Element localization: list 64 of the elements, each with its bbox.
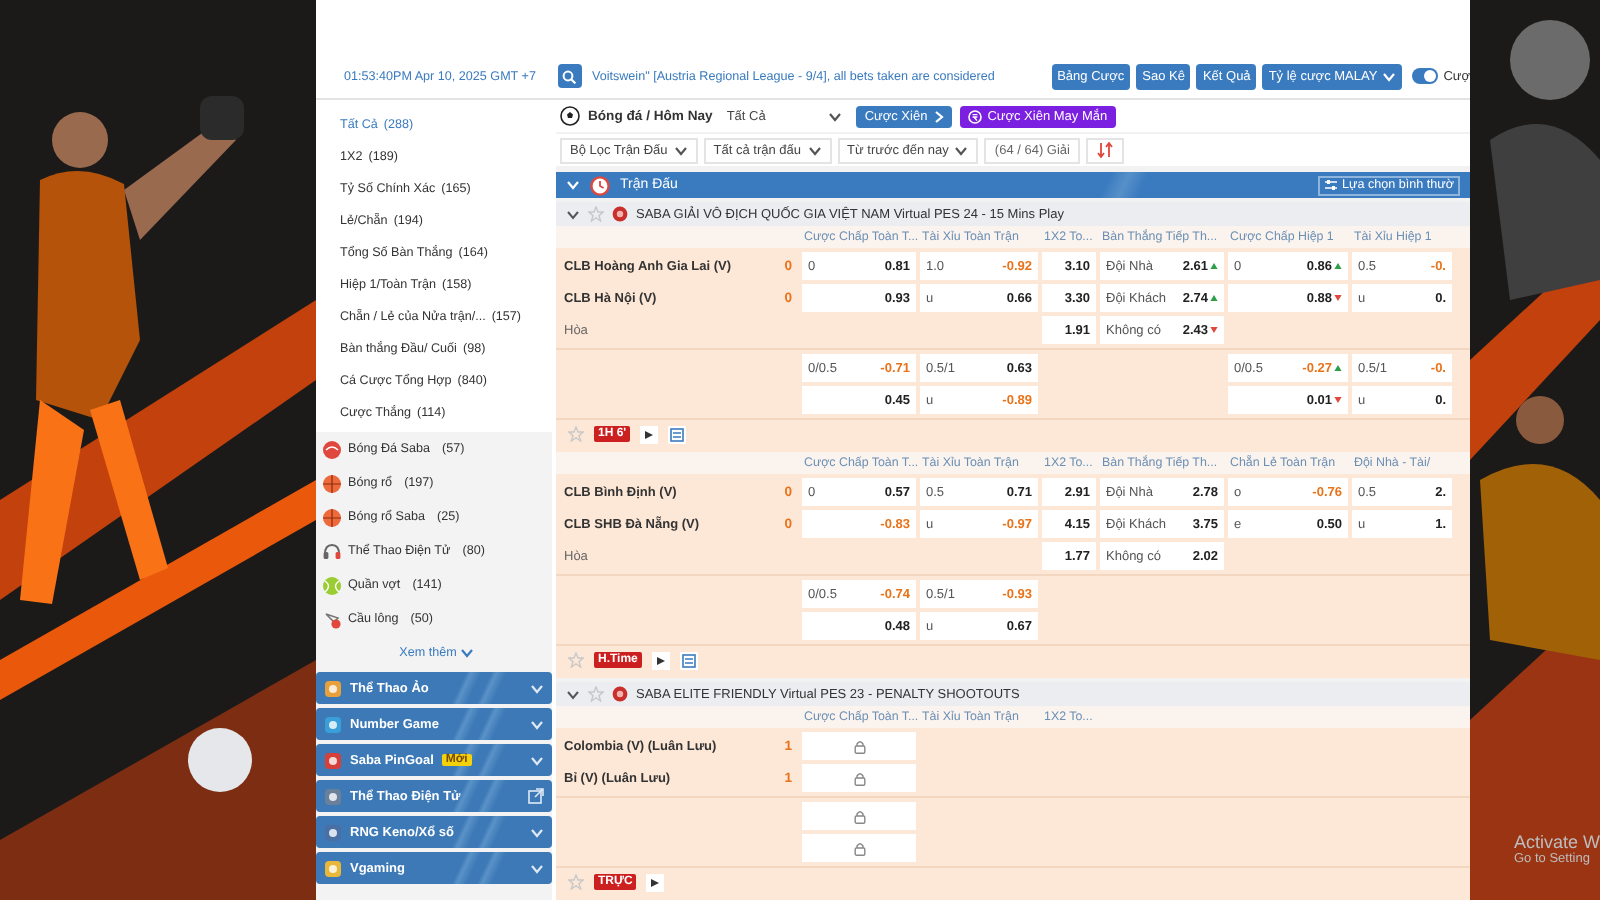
sort-icon <box>1096 142 1114 159</box>
chevron-down-icon <box>828 111 843 122</box>
sliders-icon <box>1324 178 1339 193</box>
search-button[interactable] <box>557 64 582 88</box>
chevron-down-icon <box>530 719 544 729</box>
league-logo-icon <box>612 206 628 223</box>
chevron-right-icon <box>933 109 944 124</box>
game-tile-icon <box>324 859 342 877</box>
up-triangle-icon <box>1210 294 1218 303</box>
stats-button[interactable] <box>668 425 687 444</box>
chevron-down-icon <box>1381 71 1396 81</box>
list-icon <box>681 653 696 668</box>
chevron-down-icon <box>530 755 544 765</box>
play-icon <box>644 429 655 440</box>
play-button[interactable] <box>651 651 670 670</box>
game-tile-icon <box>324 715 342 733</box>
lock-icon <box>853 809 865 824</box>
sort-button[interactable] <box>1086 137 1124 164</box>
ball-icon <box>322 575 342 595</box>
star-icon[interactable] <box>568 652 584 669</box>
external-link-icon <box>528 788 544 804</box>
lock-icon <box>853 739 865 754</box>
down-triangle-icon <box>1210 326 1218 335</box>
chevron-down-icon <box>530 863 544 873</box>
star-icon[interactable] <box>568 874 584 891</box>
shuttlecock-icon <box>322 609 342 629</box>
chevron-down-icon[interactable] <box>566 689 580 700</box>
star-icon[interactable] <box>588 686 604 703</box>
play-icon <box>655 655 666 666</box>
chevron-down-icon <box>954 145 969 156</box>
game-tile-icon <box>324 751 342 769</box>
headset-icon <box>322 541 342 561</box>
chevron-down-icon <box>530 827 544 837</box>
chevron-down-icon <box>460 647 475 657</box>
play-button[interactable] <box>640 425 659 444</box>
lock-icon <box>853 841 865 856</box>
star-icon[interactable] <box>588 206 604 223</box>
ball-icon <box>322 439 342 459</box>
toggle-switch[interactable] <box>1411 68 1438 84</box>
chevron-down-icon <box>530 683 544 693</box>
clock-icon <box>590 175 610 196</box>
game-tile-icon <box>324 679 342 697</box>
search-icon <box>562 69 577 83</box>
star-icon[interactable] <box>568 426 584 443</box>
ball-icon <box>322 473 342 493</box>
chevron-down-icon <box>673 145 688 156</box>
chevron-down-icon <box>807 145 822 156</box>
up-triangle-icon <box>1334 364 1342 373</box>
game-tile-icon <box>324 787 342 805</box>
up-triangle-icon <box>1210 262 1218 271</box>
down-triangle-icon <box>1334 396 1342 405</box>
play-icon <box>650 877 661 888</box>
up-triangle-icon <box>1334 262 1342 271</box>
lock-icon <box>853 771 865 786</box>
ball-icon <box>322 507 342 527</box>
activation-notice-title: Activate W <box>1514 832 1600 852</box>
list-icon <box>670 427 685 442</box>
down-triangle-icon <box>1334 294 1342 303</box>
coin-icon <box>967 109 982 124</box>
chevron-down-icon[interactable] <box>566 209 580 220</box>
stats-button[interactable] <box>679 651 698 670</box>
play-button[interactable] <box>646 873 665 892</box>
game-tile-icon <box>324 823 342 841</box>
league-logo-icon <box>612 686 628 703</box>
